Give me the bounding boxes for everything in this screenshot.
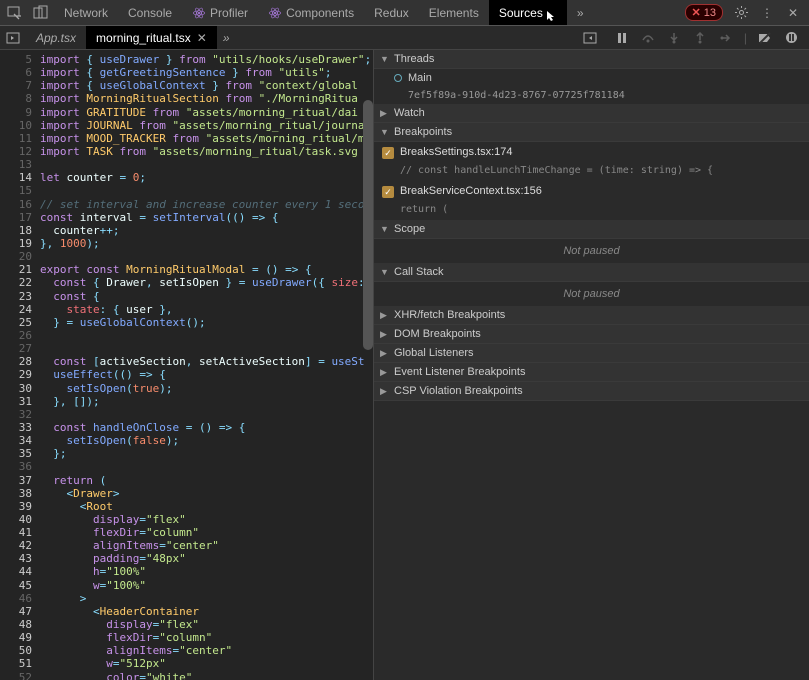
code-editor[interactable]: 5678910111213141516171819202122232425262… xyxy=(0,50,373,680)
threads-section[interactable]: ▼Threads xyxy=(374,50,809,69)
sources-sub-bar: App.tsx morning_ritual.tsx ✕ » | xyxy=(0,26,809,50)
pause-exceptions-icon[interactable] xyxy=(783,30,799,46)
devtools-top-bar: Network Console Profiler Components Redu… xyxy=(0,0,809,26)
code-content[interactable]: import { useDrawer } from "utils/hooks/u… xyxy=(40,50,373,680)
show-debugger-icon[interactable] xyxy=(582,30,598,46)
tab-sources[interactable]: Sources xyxy=(489,0,567,25)
device-icon[interactable] xyxy=(32,5,48,21)
tabs-overflow[interactable]: » xyxy=(567,0,594,25)
file-tabs-overflow[interactable]: » xyxy=(217,26,236,49)
xhr-breakpoints-section[interactable]: ▶XHR/fetch Breakpoints xyxy=(374,306,809,325)
pause-icon[interactable] xyxy=(614,30,630,46)
event-breakpoints-section[interactable]: ▶Event Listener Breakpoints xyxy=(374,363,809,382)
csp-breakpoints-section[interactable]: ▶CSP Violation Breakpoints xyxy=(374,382,809,401)
debugger-panel: ▼Threads Main 7ef5f89a-910d-4d23-8767-07… xyxy=(373,50,809,680)
tab-components[interactable]: Components xyxy=(258,0,364,25)
step-into-icon[interactable] xyxy=(666,30,682,46)
scope-not-paused: Not paused xyxy=(374,239,809,263)
tab-elements[interactable]: Elements xyxy=(419,0,489,25)
file-tab-morning-ritual[interactable]: morning_ritual.tsx ✕ xyxy=(86,26,217,49)
react-icon xyxy=(268,6,282,20)
callstack-not-paused: Not paused xyxy=(374,282,809,306)
step-icon[interactable] xyxy=(718,30,734,46)
breakpoint-checkbox[interactable]: ✓ xyxy=(382,147,394,159)
error-badge[interactable]: ✕13 xyxy=(685,4,723,21)
dom-breakpoints-section[interactable]: ▶DOM Breakpoints xyxy=(374,325,809,344)
more-icon[interactable]: ⋮ xyxy=(759,5,775,21)
breakpoint-item[interactable]: ✓ BreaksSettings.tsx:174 xyxy=(374,142,809,163)
step-over-icon[interactable] xyxy=(640,30,656,46)
tab-console[interactable]: Console xyxy=(118,0,182,25)
step-out-icon[interactable] xyxy=(692,30,708,46)
debugger-controls: | xyxy=(604,30,809,46)
devtools-tabs: Network Console Profiler Components Redu… xyxy=(54,0,594,25)
watch-section[interactable]: ▶Watch xyxy=(374,104,809,123)
close-icon[interactable]: ✕ xyxy=(197,31,207,45)
breakpoints-section[interactable]: ▼Breakpoints xyxy=(374,123,809,142)
cursor-icon xyxy=(545,10,557,22)
tab-network[interactable]: Network xyxy=(54,0,118,25)
show-navigator-icon[interactable] xyxy=(0,31,26,45)
react-icon xyxy=(192,6,206,20)
close-icon[interactable]: ✕ xyxy=(785,5,801,21)
breakpoint-item[interactable]: ✓ BreakServiceContext.tsx:156 xyxy=(374,181,809,202)
breakpoint-snippet: // const handleLunchTimeChange = (time: … xyxy=(374,163,809,181)
vertical-scrollbar[interactable] xyxy=(363,100,373,350)
scope-section[interactable]: ▼Scope xyxy=(374,220,809,239)
line-gutter: 5678910111213141516171819202122232425262… xyxy=(0,50,40,680)
gear-icon[interactable] xyxy=(733,5,749,21)
thread-indicator-icon xyxy=(394,74,402,82)
file-tab-app[interactable]: App.tsx xyxy=(26,26,86,49)
breakpoint-checkbox[interactable]: ✓ xyxy=(382,186,394,198)
breakpoint-snippet: return ( xyxy=(374,202,809,220)
callstack-section[interactable]: ▼Call Stack xyxy=(374,263,809,282)
tab-redux[interactable]: Redux xyxy=(364,0,419,25)
inspect-icon[interactable] xyxy=(6,5,22,21)
global-listeners-section[interactable]: ▶Global Listeners xyxy=(374,344,809,363)
deactivate-breakpoints-icon[interactable] xyxy=(757,30,773,46)
thread-main[interactable]: Main xyxy=(374,69,809,87)
thread-id[interactable]: 7ef5f89a-910d-4d23-8767-07725f781184 xyxy=(374,87,809,104)
tab-profiler[interactable]: Profiler xyxy=(182,0,258,25)
